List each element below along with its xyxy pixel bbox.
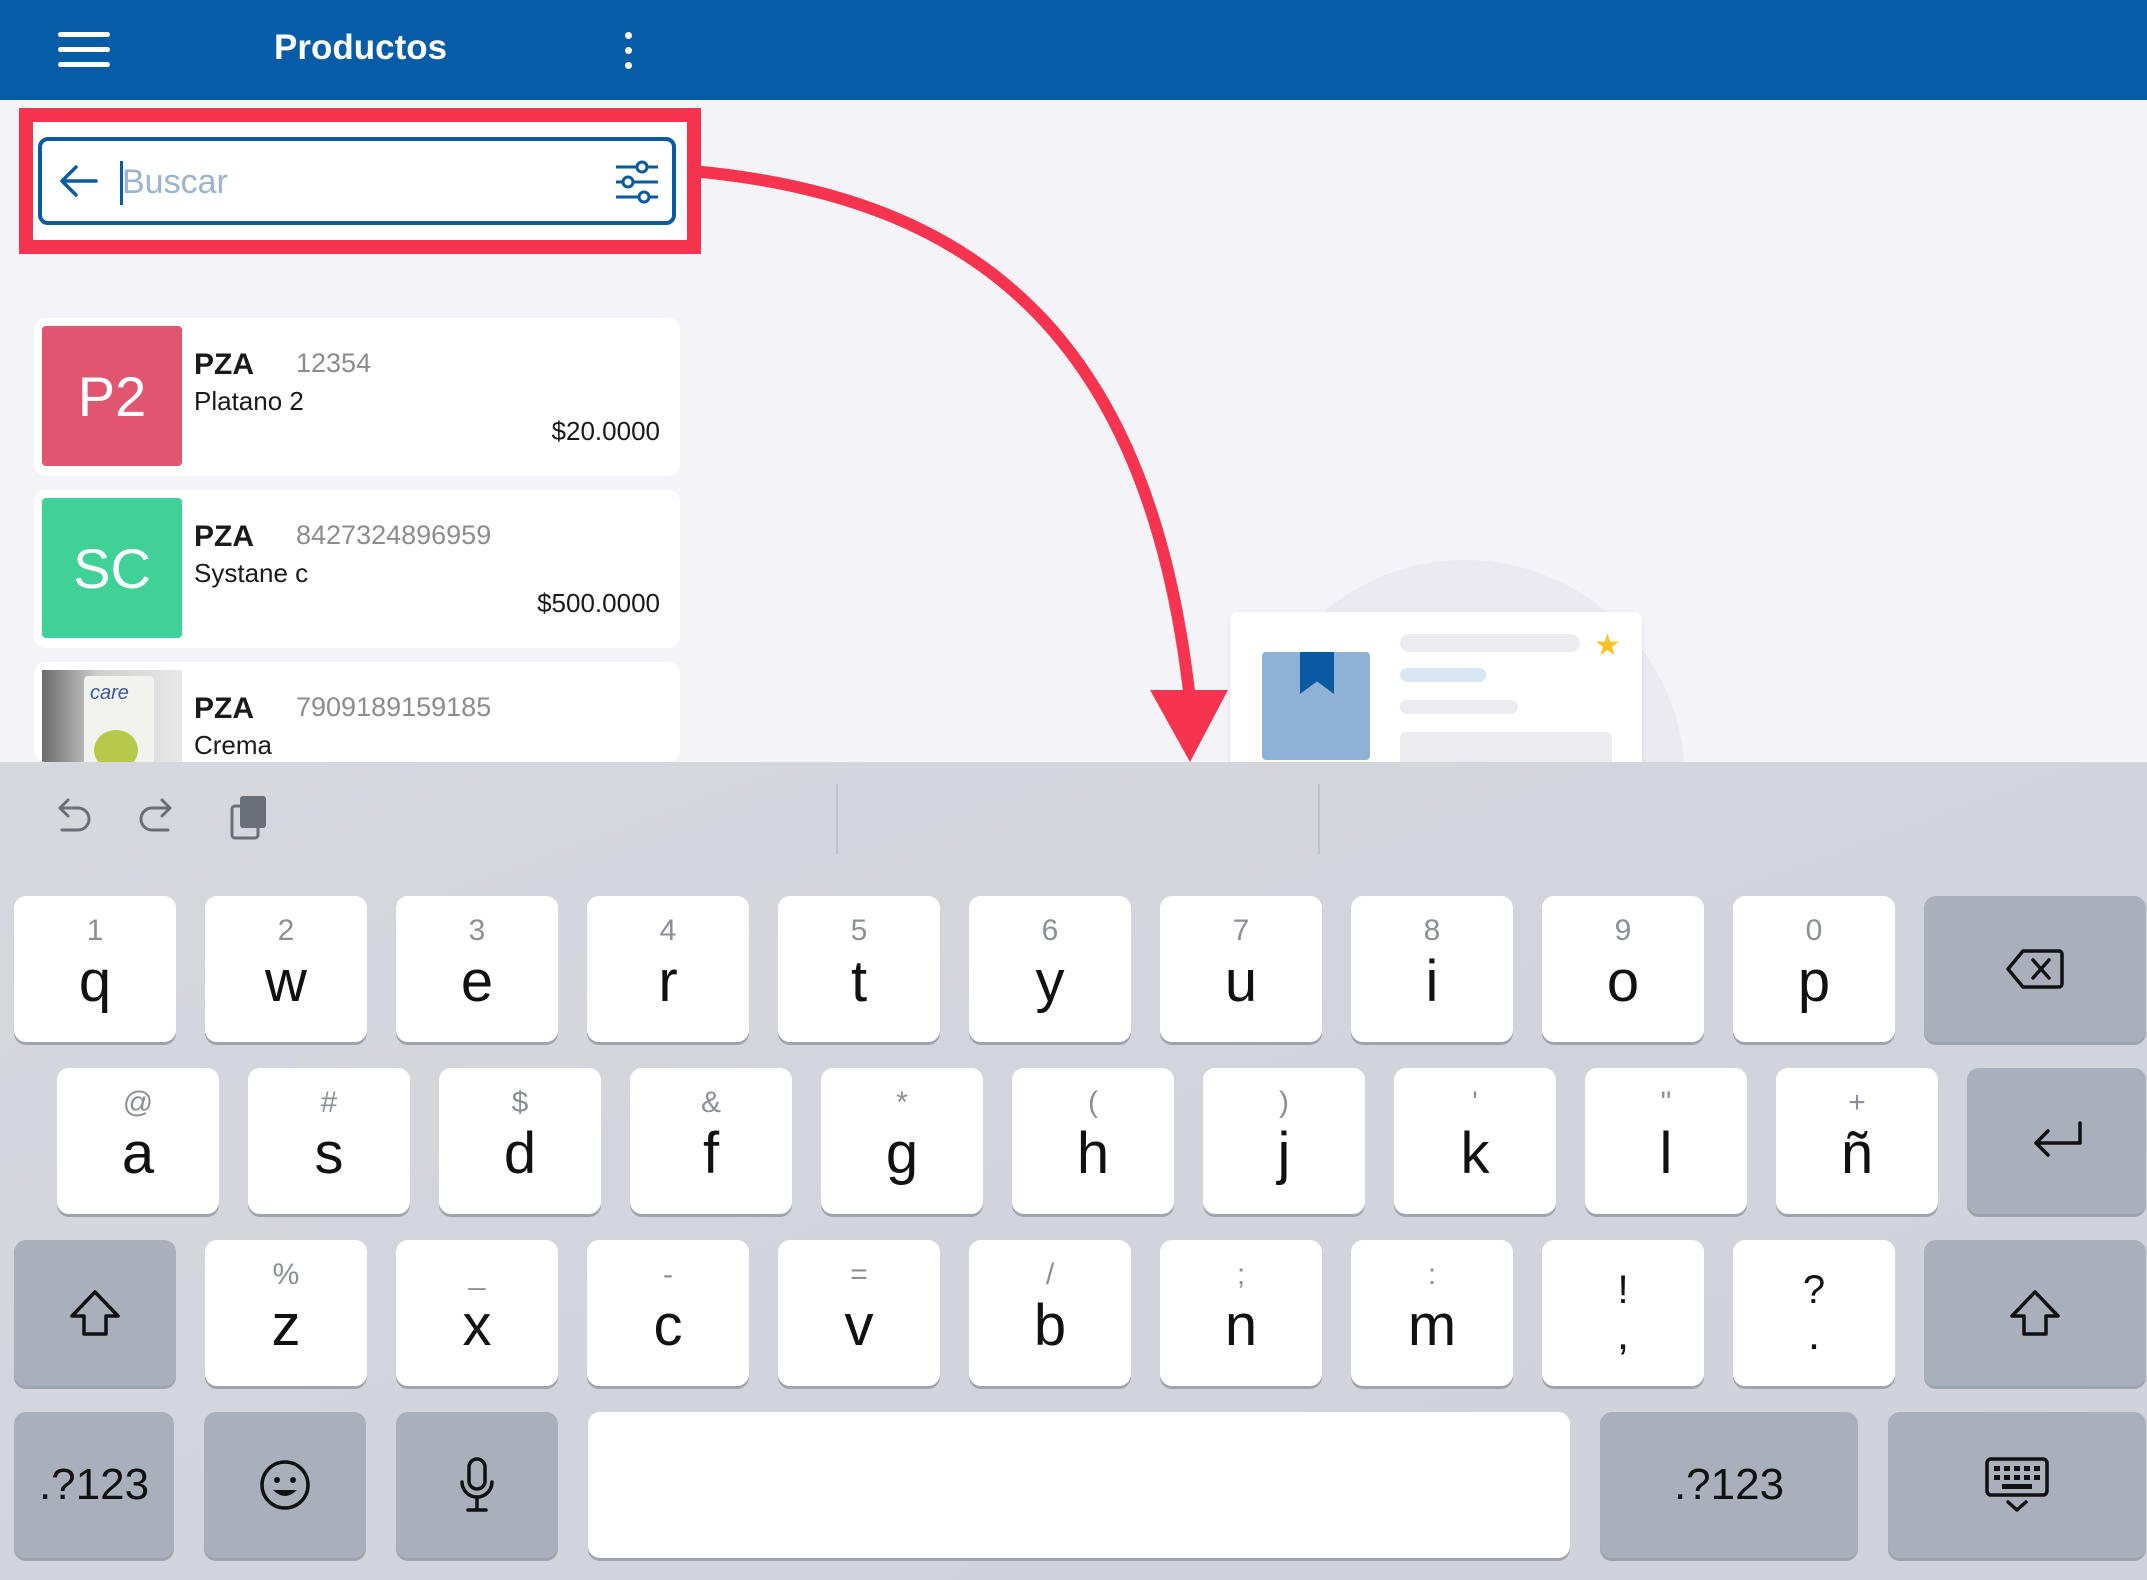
symbols-key-label: .?123: [1673, 1460, 1785, 1509]
bookmark-book-icon: [1262, 652, 1370, 760]
toolbar-divider: [836, 784, 838, 854]
sliders-filter-icon[interactable]: [612, 157, 662, 207]
key-v[interactable]: = v: [778, 1240, 940, 1386]
return-arrow-icon: [2033, 1121, 2082, 1157]
star-icon: ★: [1594, 629, 1621, 662]
key-a[interactable]: @ a: [57, 1068, 219, 1214]
space-bar[interactable]: [588, 1412, 1570, 1558]
app-bar: Productos: [0, 0, 2147, 100]
product-card[interactable]: P2 PZA 12354 Platano 2 $20.0000: [34, 318, 680, 476]
key-j[interactable]: ) j: [1203, 1068, 1365, 1214]
product-card[interactable]: care PZA 7909189159185 Crema: [34, 662, 680, 762]
product-price: $20.0000: [551, 416, 660, 446]
keyboard-toolbar: [0, 762, 2147, 872]
key-d[interactable]: $ d: [439, 1068, 601, 1214]
key-r[interactable]: 4r: [587, 896, 749, 1042]
avatar: P2: [42, 326, 182, 466]
key-e[interactable]: 3e: [396, 896, 558, 1042]
key-i[interactable]: 8i: [1351, 896, 1513, 1042]
key-u[interactable]: 7u: [1160, 896, 1322, 1042]
undo-icon[interactable]: [46, 792, 96, 842]
key-p[interactable]: 0p: [1733, 896, 1895, 1042]
product-unit: PZA: [194, 348, 254, 381]
product-photo: care: [42, 670, 182, 762]
avatar: SC: [42, 498, 182, 638]
product-name: Systane c: [194, 558, 309, 588]
microphone-icon: [460, 1457, 494, 1512]
key-l[interactable]: " l: [1585, 1068, 1747, 1214]
search-input[interactable]: [122, 155, 582, 209]
key-o[interactable]: 9o: [1542, 896, 1704, 1042]
key-g[interactable]: * g: [821, 1068, 983, 1214]
search-field[interactable]: [38, 137, 676, 225]
redo-icon[interactable]: [134, 792, 184, 842]
enter-key[interactable]: [1967, 1068, 2146, 1214]
key-q[interactable]: 1q: [14, 896, 176, 1042]
voice-input-key[interactable]: [396, 1412, 558, 1558]
shift-arrow-icon: [70, 1290, 120, 1336]
product-unit: PZA: [194, 520, 254, 553]
symbols-key-label: .?123: [38, 1460, 150, 1509]
key-w[interactable]: 2w: [205, 896, 367, 1042]
key-period[interactable]: ?.: [1733, 1240, 1895, 1386]
product-name: Platano 2: [194, 386, 304, 416]
key-x[interactable]: _ x: [396, 1240, 558, 1386]
key-n[interactable]: ; n: [1160, 1240, 1322, 1386]
key-t[interactable]: 5t: [778, 896, 940, 1042]
emoji-key[interactable]: [204, 1412, 366, 1558]
product-photo-brand: care: [90, 682, 129, 704]
key-z[interactable]: % z: [205, 1240, 367, 1386]
hide-keyboard-key[interactable]: [1888, 1412, 2146, 1558]
key-y[interactable]: 6y: [969, 896, 1131, 1042]
product-code: 7909189159185: [296, 692, 492, 722]
hamburger-menu-icon[interactable]: [58, 28, 110, 72]
product-code: 8427324896959: [296, 520, 492, 550]
on-screen-keyboard: 1q 2w 3e 4r 5t 6y 7u 8i 9o 0p @ a # s $ d &…: [0, 762, 2147, 1580]
shift-key-right[interactable]: [1924, 1240, 2146, 1386]
product-card[interactable]: SC PZA 8427324896959 Systane c $500.0000: [34, 490, 680, 648]
symbols-key-right[interactable]: .?123: [1600, 1412, 1858, 1558]
more-vertical-icon[interactable]: [620, 30, 636, 72]
symbols-key-left[interactable]: .?123: [14, 1412, 174, 1558]
key-b[interactable]: / b: [969, 1240, 1131, 1386]
key-n-tilde[interactable]: + ñ: [1776, 1068, 1938, 1214]
product-name: Crema: [194, 730, 273, 760]
backspace-icon: [2006, 949, 2064, 989]
key-f[interactable]: & f: [630, 1068, 792, 1214]
page-title: Productos: [274, 28, 448, 67]
smiley-icon: [260, 1460, 310, 1510]
key-h[interactable]: (h: [1012, 1068, 1174, 1214]
key-c[interactable]: -c: [587, 1240, 749, 1386]
shift-arrow-icon: [2010, 1290, 2060, 1336]
toolbar-divider: [1318, 784, 1320, 854]
backspace-key[interactable]: [1924, 896, 2146, 1042]
arrow-left-icon[interactable]: [56, 159, 100, 203]
product-unit: PZA: [194, 692, 254, 725]
key-comma[interactable]: !,: [1542, 1240, 1704, 1386]
key-s[interactable]: # s: [248, 1068, 410, 1214]
clipboard-icon[interactable]: [224, 792, 274, 842]
keyboard-hide-icon: [1985, 1457, 2049, 1512]
key-m[interactable]: :m: [1351, 1240, 1513, 1386]
product-price: $500.0000: [537, 588, 660, 618]
key-k[interactable]: ' k: [1394, 1068, 1556, 1214]
shift-key-left[interactable]: [14, 1240, 176, 1386]
product-code: 12354: [296, 348, 372, 378]
